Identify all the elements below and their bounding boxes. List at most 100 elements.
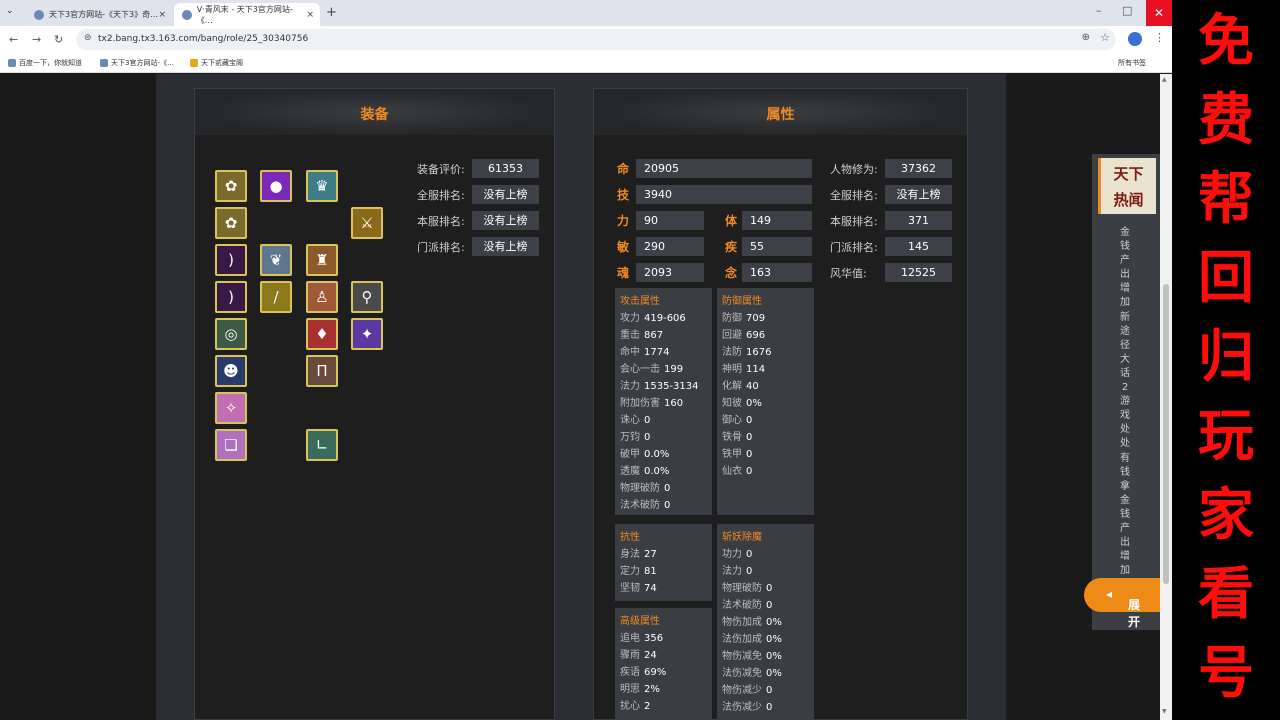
stat-key: 会心一击 [620, 364, 660, 375]
server-all-rank-value: 没有上榜 [472, 185, 539, 204]
close-tab-icon[interactable]: × [306, 10, 314, 20]
stat-value: 1535-3134 [644, 381, 699, 392]
url-field[interactable]: ⊜ tx2.bang.tx3.163.com/bang/role/25_3034… [76, 29, 1116, 50]
stat-line: 法防 1676 [722, 343, 771, 358]
speed-label: 疾 [725, 240, 738, 254]
stat-value: 0% [766, 651, 782, 662]
equipment-slot[interactable]: ⚲ [351, 281, 383, 313]
stat-value: 0 [746, 566, 753, 577]
equipment-slot[interactable]: ♦ [306, 318, 338, 350]
bookmark-tx3[interactable]: 天下3官方网站-《… [100, 58, 174, 68]
equipment-slot[interactable]: ) [215, 244, 247, 276]
url-text[interactable]: tx2.bang.tx3.163.com/bang/role/25_303407… [98, 34, 308, 44]
news-header-line2: 热闻 [1113, 191, 1144, 209]
new-tab-icon[interactable]: + [326, 5, 337, 20]
stat-value: 0 [644, 415, 651, 426]
equipment-header: 装备 [195, 89, 554, 135]
equipment-slot[interactable]: ☻ [215, 355, 247, 387]
bookmark-baidu[interactable]: 百度一下，你就知道 [8, 58, 82, 68]
news-headline[interactable]: 金钱产出增加新途径大话2游戏处处有钱拿金钱产出增加 [1118, 226, 1132, 578]
agility-label: 敏 [617, 240, 630, 254]
star-icon[interactable]: ☆ [1100, 31, 1110, 44]
stat-line: 法术破防 0 [620, 496, 670, 511]
sword-icon: / [273, 288, 279, 306]
equipment-slot[interactable]: ∟ [306, 429, 338, 461]
stat-line: 扰心 2 [620, 697, 650, 712]
favicon-icon [34, 9, 44, 20]
window-close-icon[interactable]: ✕ [1146, 0, 1172, 26]
hp-value: 20905 [636, 159, 812, 178]
stat-value: 0 [766, 702, 773, 713]
equipment-slot[interactable]: ❦ [260, 244, 292, 276]
stat-line: 重击 867 [620, 326, 663, 341]
close-tab-icon[interactable]: × [158, 10, 166, 20]
purple-orb-icon: ● [269, 177, 283, 195]
ring-icon: ◎ [224, 325, 238, 343]
skill-value: 3940 [636, 185, 812, 204]
stat-line: 明思 2% [620, 680, 660, 695]
stat-line: 会心一击 199 [620, 360, 683, 375]
stat-value: 114 [746, 364, 766, 375]
browser-tab-2[interactable]: V·青风末 - 天下3官方网站-《… × [174, 3, 320, 26]
soul-label: 魂 [617, 266, 630, 280]
zoom-icon[interactable]: ⊕ [1082, 32, 1090, 43]
stat-value: 69% [644, 667, 667, 678]
stat-line: 身法 27 [620, 545, 657, 560]
stat-value: 0 [766, 685, 773, 696]
tab-search-icon[interactable]: ⌄ [6, 6, 14, 16]
stat-value: 27 [644, 549, 657, 560]
bookmark-label: 天下贰藏宝阁 [201, 59, 243, 67]
equipment-slot[interactable]: ❏ [215, 429, 247, 461]
bow-icon: ) [228, 288, 234, 306]
stat-line: 追电 356 [620, 629, 663, 644]
strength-label: 力 [617, 214, 630, 228]
browser-tab-1[interactable]: 天下3官方网站-《天下3》奇… × [26, 3, 172, 26]
equipment-slot[interactable]: Π [306, 355, 338, 387]
bow-icon: ) [228, 251, 234, 269]
stat-line: 法伤减少 0 [722, 698, 772, 713]
maximize-icon[interactable]: □ [1122, 4, 1132, 17]
all-bookmarks-folder[interactable]: 所有书签 [1118, 58, 1146, 68]
expand-button[interactable]: ◂ 展开 [1084, 578, 1160, 629]
stat-line: 攻力 419-606 [620, 309, 686, 324]
bookmark-cangbaoge[interactable]: 天下贰藏宝阁 [190, 58, 243, 68]
scroll-down-icon[interactable]: ▼ [1162, 708, 1167, 715]
equipment-slot[interactable]: ✿ [215, 170, 247, 202]
address-bar: ← → ↻ ⊜ tx2.bang.tx3.163.com/bang/role/2… [0, 26, 1172, 53]
back-icon[interactable]: ← [9, 33, 18, 46]
profile-icon[interactable] [1128, 32, 1142, 46]
promo-char: 回 [1198, 245, 1254, 311]
stat-key: 物伤减少 [722, 685, 762, 696]
equipment-slot[interactable]: / [260, 281, 292, 313]
equipment-slot[interactable]: ● [260, 170, 292, 202]
stat-key: 法伤减少 [722, 702, 762, 713]
equipment-slot[interactable]: ♛ [306, 170, 338, 202]
equipment-slot[interactable]: ⚔ [351, 207, 383, 239]
hp-label: 命 [617, 162, 630, 176]
equipment-slot[interactable]: ✿ [215, 207, 247, 239]
equipment-slot[interactable]: ✦ [351, 318, 383, 350]
reload-icon[interactable]: ↻ [54, 33, 63, 46]
equipment-slot[interactable]: ◎ [215, 318, 247, 350]
site-info-icon[interactable]: ⊜ [84, 33, 92, 43]
equipment-slot[interactable]: ✧ [215, 392, 247, 424]
kebab-menu-icon[interactable]: ⋮ [1154, 31, 1165, 44]
equipment-slot[interactable]: ♙ [306, 281, 338, 313]
stat-value: 160 [664, 398, 684, 409]
attribute-panel: 属性 命 20905 技 3940 力 90 体 149 敏 290 疾 55 … [593, 88, 968, 720]
scroll-up-icon[interactable]: ▲ [1162, 76, 1167, 83]
promo-char: 免 [1198, 8, 1254, 74]
stat-line: 透魔 0.0% [620, 462, 669, 477]
equipment-slot[interactable]: ♜ [306, 244, 338, 276]
defense-attributes-box: 防御属性 防御 709 回避 696 法防 1676 神明 114 化解 40 知彼 0% 御心 0 铁骨 0 铁… [717, 288, 814, 515]
equipment-slot[interactable]: ) [215, 281, 247, 313]
stat-line: 回避 696 [722, 326, 765, 341]
scroll-thumb[interactable] [1163, 284, 1169, 584]
boots-icon: ∟ [315, 436, 329, 454]
page-scrollbar[interactable]: ▲ ▼ [1160, 74, 1172, 720]
stat-line: 定力 81 [620, 562, 657, 577]
forward-icon[interactable]: → [32, 33, 41, 46]
bookmark-label: 天下3官方网站-《… [111, 59, 174, 67]
minimize-icon[interactable]: – [1096, 4, 1102, 17]
equip-score-label: 装备评价: [417, 163, 465, 176]
